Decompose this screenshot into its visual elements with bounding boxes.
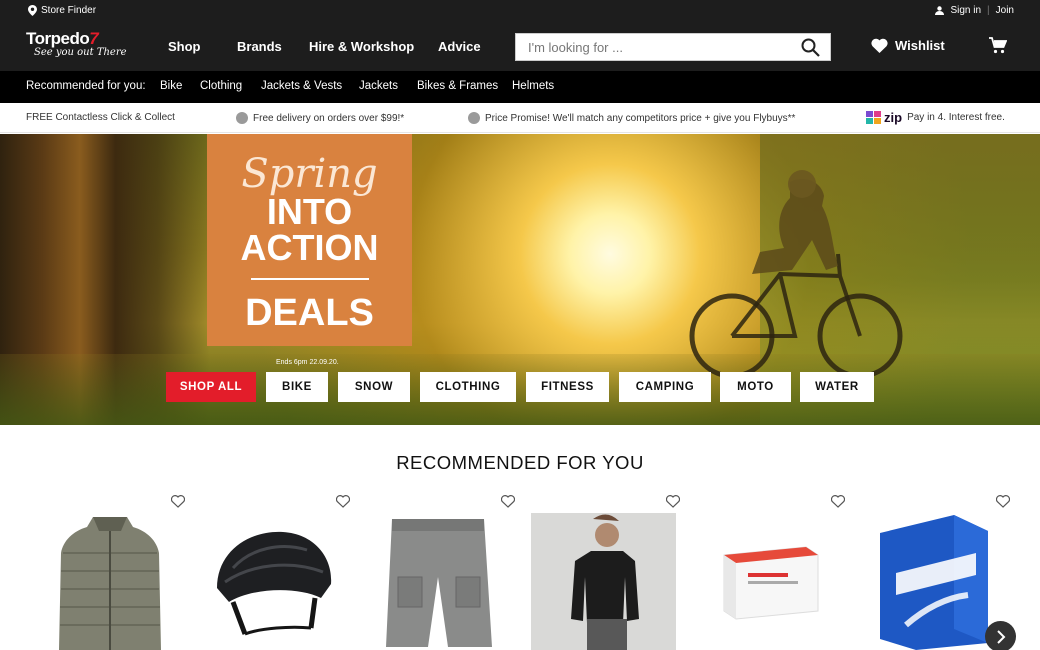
promo-end-date: Ends 6pm 22.09.20.	[276, 359, 339, 366]
logo-tagline: See you out There	[34, 47, 127, 58]
search-icon[interactable]	[801, 38, 820, 57]
promo-deals-text: DEALS	[245, 292, 374, 334]
wishlist-heart-icon[interactable]	[831, 495, 845, 508]
wishlist-heart-icon[interactable]	[501, 495, 515, 508]
fitness-button[interactable]: FITNESS	[526, 372, 609, 402]
rec-link-bikes-frames[interactable]: Bikes & Frames	[417, 80, 498, 92]
search-input[interactable]	[516, 34, 786, 60]
promo-bar: FREE Contactless Click & Collect Free de…	[0, 103, 1040, 133]
nav-hire-workshop[interactable]: Hire & Workshop	[309, 39, 414, 54]
utility-bar: Store Finder Sign in | Join	[0, 0, 1040, 22]
store-finder-label: Store Finder	[41, 5, 97, 16]
promo-divider	[250, 278, 369, 280]
price-promise-text: Price Promise! We'll match any competito…	[485, 112, 796, 124]
spring-promo-box[interactable]: Spring INTO ACTION DEALS	[207, 134, 412, 346]
wishlist-heart-icon[interactable]	[666, 495, 680, 508]
wishlist-heart-icon[interactable]	[171, 495, 185, 508]
cart-icon[interactable]	[989, 37, 1007, 54]
rec-link-helmets[interactable]: Helmets	[512, 80, 554, 92]
zip-text: Pay in 4. Interest free.	[907, 112, 1005, 123]
sign-in-link[interactable]: Sign in	[950, 5, 981, 16]
shop-all-button[interactable]: SHOP ALL	[166, 372, 256, 402]
promo-line-action: ACTION	[240, 227, 379, 268]
water-button[interactable]: WATER	[800, 372, 874, 402]
zip-brand: zip	[884, 110, 903, 125]
camping-button[interactable]: CAMPING	[619, 372, 711, 402]
truck-icon	[236, 112, 248, 124]
search-box	[515, 33, 831, 61]
nav-brands[interactable]: Brands	[237, 39, 282, 54]
zip-logo: zip	[866, 110, 902, 125]
promo-line-into: INTO	[266, 191, 353, 232]
dollar-icon	[468, 112, 480, 124]
chevron-right-icon	[996, 629, 1005, 644]
hero-banner[interactable]: Spring INTO ACTION DEALS Ends 6pm 22.09.…	[0, 134, 1040, 425]
join-link[interactable]: Join	[996, 5, 1014, 16]
logo-seven: 7	[89, 29, 99, 48]
heart-icon	[871, 38, 888, 53]
user-icon	[935, 6, 945, 15]
rec-link-bike[interactable]: Bike	[160, 80, 182, 92]
logo-brand: Torpedo	[26, 29, 90, 48]
rec-link-jackets[interactable]: Jackets	[359, 80, 398, 92]
recommended-label: Recommended for you:	[26, 80, 146, 92]
zip-promo[interactable]: zip Pay in 4. Interest free.	[866, 110, 1005, 125]
snow-button[interactable]: SNOW	[338, 372, 410, 402]
delivery-text: Free delivery on orders over $99!*	[253, 112, 405, 124]
divider: |	[987, 5, 990, 16]
nav-advice[interactable]: Advice	[438, 39, 481, 54]
main-header: Torpedo7 See you out There Shop Brands H…	[0, 22, 1040, 71]
nav-shop[interactable]: Shop	[168, 39, 201, 54]
product-image-tube-box-blue[interactable]	[876, 513, 991, 650]
product-image-black-pullover[interactable]	[531, 513, 676, 650]
recommended-section-title: RECOMMENDED FOR YOU	[396, 452, 644, 473]
clothing-button[interactable]: CLOTHING	[420, 372, 516, 402]
rec-link-clothing[interactable]: Clothing	[200, 80, 242, 92]
recommended-bar: Recommended for you: Bike Clothing Jacke…	[0, 71, 1040, 103]
bike-button[interactable]: BIKE	[266, 372, 328, 402]
torpedo7-logo[interactable]: Torpedo7 See you out There	[26, 29, 127, 58]
mountain-biker-image	[689, 170, 903, 379]
product-image-tube-box-white[interactable]	[718, 545, 820, 620]
store-finder-link[interactable]: Store Finder	[28, 5, 96, 16]
click-collect-text: FREE Contactless Click & Collect	[26, 112, 175, 123]
product-image-bike-helmet[interactable]	[211, 528, 336, 640]
price-promise-promo[interactable]: Price Promise! We'll match any competito…	[468, 112, 795, 124]
moto-button[interactable]: MOTO	[720, 372, 791, 402]
location-pin-icon	[28, 5, 37, 16]
product-image-cargo-shorts[interactable]	[384, 517, 494, 650]
wishlist-heart-icon[interactable]	[996, 495, 1010, 508]
wishlist-label: Wishlist	[895, 38, 945, 53]
product-image-puffer-jacket[interactable]	[55, 513, 165, 650]
wishlist-link[interactable]: Wishlist	[871, 38, 945, 53]
rec-link-jackets-vests[interactable]: Jackets & Vests	[261, 80, 342, 92]
zip-mark-icon	[866, 111, 881, 124]
carousel-next-button[interactable]	[985, 621, 1016, 650]
delivery-promo[interactable]: Free delivery on orders over $99!*	[236, 112, 404, 124]
click-collect-promo[interactable]: FREE Contactless Click & Collect	[26, 112, 175, 123]
wishlist-heart-icon[interactable]	[336, 495, 350, 508]
promo-script-text: Spring	[241, 151, 378, 197]
